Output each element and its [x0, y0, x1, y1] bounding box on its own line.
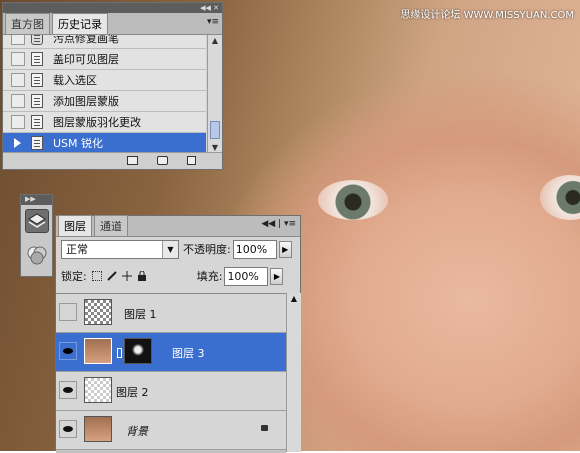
chevron-down-icon[interactable]: ▼ — [162, 240, 178, 258]
opacity-label: 不透明度: — [183, 243, 231, 256]
history-item-selected[interactable]: USM 锐化 — [3, 133, 206, 154]
history-panel: ◀◀ ✕ 直方图 历史记录 ▾≡ 污点修复画笔 盖印可见图层 载入选区 添加图层… — [2, 2, 223, 170]
new-document-icon[interactable] — [127, 156, 138, 165]
layers-panel: 图层 通道 ◀◀ | ▾≡ 正常 ▼ 不透明度: 100% ▶ 锁定: 填充: 1… — [55, 215, 301, 453]
collapse-icon[interactable]: ◀◀ ✕ — [200, 4, 219, 12]
expand-panels-icon[interactable]: ▶▶ — [21, 195, 52, 205]
history-item-label: 添加图层蒙版 — [53, 95, 119, 108]
watermark: 思缘设计论坛 WWW.MISSYUAN.COM — [400, 10, 574, 21]
history-item[interactable]: 添加图层蒙版 — [3, 91, 206, 112]
document-icon — [31, 136, 43, 150]
history-state-pointer-icon[interactable] — [11, 136, 25, 150]
visibility-toggle[interactable] — [59, 303, 77, 321]
history-tabs: 直方图 历史记录 ▾≡ — [3, 13, 222, 35]
opacity-input[interactable]: 100% — [232, 239, 277, 259]
history-item-label: 图层蒙版羽化更改 — [53, 116, 141, 129]
layers-list: 图层 1 图层 3 图层 2 背景 — [56, 293, 286, 453]
snapshot-source-checkbox[interactable] — [11, 35, 25, 45]
layer-row-selected[interactable]: 图层 3 — [56, 333, 286, 372]
document-icon — [31, 115, 43, 129]
layer-name[interactable]: 图层 2 — [116, 384, 149, 400]
history-footer — [3, 152, 222, 169]
history-panel-header[interactable]: ◀◀ ✕ — [3, 3, 222, 13]
lock-transparency-icon[interactable] — [91, 271, 102, 281]
layer-name[interactable]: 图层 3 — [172, 345, 205, 361]
document-icon — [31, 52, 43, 66]
layers-dock-button[interactable] — [25, 209, 49, 233]
visibility-toggle[interactable] — [59, 342, 77, 360]
fill-label: 填充: — [196, 270, 223, 283]
fill-input[interactable]: 100% — [224, 266, 269, 286]
tab-histogram[interactable]: 直方图 — [5, 13, 50, 34]
scroll-thumb[interactable] — [210, 121, 220, 139]
layer-thumbnail — [84, 299, 112, 325]
right-eye — [540, 175, 580, 220]
history-item-label: 污点修复画笔 — [53, 35, 119, 45]
snapshot-source-checkbox[interactable] — [11, 94, 25, 108]
opacity-slider-button[interactable]: ▶ — [278, 240, 292, 258]
tab-layers[interactable]: 图层 — [58, 215, 92, 236]
mask-link-icon[interactable] — [117, 348, 122, 358]
trash-icon[interactable] — [187, 156, 196, 165]
history-item[interactable]: 载入选区 — [3, 70, 206, 91]
visibility-toggle[interactable] — [59, 420, 77, 438]
snapshot-source-checkbox[interactable] — [11, 52, 25, 66]
lock-all-icon[interactable] — [137, 270, 147, 281]
fill-slider-button[interactable]: ▶ — [270, 267, 284, 285]
snapshot-icon[interactable] — [157, 156, 168, 165]
layer-row[interactable]: 背景 — [56, 411, 286, 450]
scroll-up-icon[interactable]: ▲ — [208, 35, 222, 47]
tab-channels[interactable]: 通道 — [94, 215, 128, 236]
scroll-up-icon[interactable]: ▲ — [287, 293, 301, 305]
layer-thumbnail — [84, 416, 112, 442]
lock-icon — [261, 425, 268, 431]
history-item[interactable]: 盖印可见图层 — [3, 49, 206, 70]
panel-menu-icon[interactable]: ▾≡ — [207, 17, 219, 27]
healing-brush-icon — [31, 35, 43, 45]
visibility-toggle[interactable] — [59, 381, 77, 399]
lock-position-icon[interactable] — [121, 271, 132, 281]
layer-thumbnail — [84, 338, 112, 364]
panel-dock: ▶▶ — [20, 194, 53, 277]
document-icon — [31, 73, 43, 87]
blend-mode-select[interactable]: 正常 ▼ — [61, 239, 179, 259]
panel-menu-icon[interactable]: ◀◀ | ▾≡ — [261, 219, 296, 229]
lock-label: 锁定: — [61, 270, 87, 283]
history-item[interactable]: 污点修复画笔 — [3, 35, 206, 49]
layer-name[interactable]: 图层 1 — [124, 306, 157, 322]
channels-icon — [27, 246, 47, 265]
snapshot-source-checkbox[interactable] — [11, 73, 25, 87]
snapshot-source-checkbox[interactable] — [11, 115, 25, 129]
blend-opacity-row: 正常 ▼ 不透明度: 100% ▶ — [56, 238, 300, 260]
history-item[interactable]: 图层蒙版羽化更改 — [3, 112, 206, 133]
eye-icon — [63, 348, 73, 354]
layers-tabs: 图层 通道 ◀◀ | ▾≡ — [56, 215, 300, 237]
document-icon — [31, 94, 43, 108]
history-item-label: 盖印可见图层 — [53, 53, 119, 66]
history-item-label: USM 锐化 — [53, 137, 104, 150]
history-item-label: 载入选区 — [53, 74, 97, 87]
layer-row[interactable]: 图层 1 — [56, 294, 286, 333]
eye-icon — [63, 426, 73, 432]
tab-history[interactable]: 历史记录 — [52, 13, 108, 34]
layer-mask-thumbnail[interactable] — [124, 338, 152, 364]
layers-scrollbar[interactable]: ▲ — [286, 293, 301, 452]
blend-mode-value: 正常 — [66, 242, 88, 256]
channels-dock-button[interactable] — [25, 243, 49, 267]
eye-icon — [63, 387, 73, 393]
left-eye — [318, 180, 388, 220]
lock-pixels-icon[interactable] — [107, 271, 117, 281]
layers-icon — [28, 213, 46, 228]
history-scrollbar[interactable]: ▲ ▼ — [207, 35, 222, 154]
history-list: 污点修复画笔 盖印可见图层 载入选区 添加图层蒙版 图层蒙版羽化更改 USM 锐… — [3, 35, 206, 154]
layer-thumbnail — [84, 377, 112, 403]
lock-fill-row: 锁定: 填充: 100% ▶ — [56, 265, 300, 287]
layer-row[interactable]: 图层 2 — [56, 372, 286, 411]
layer-name[interactable]: 背景 — [126, 423, 148, 439]
